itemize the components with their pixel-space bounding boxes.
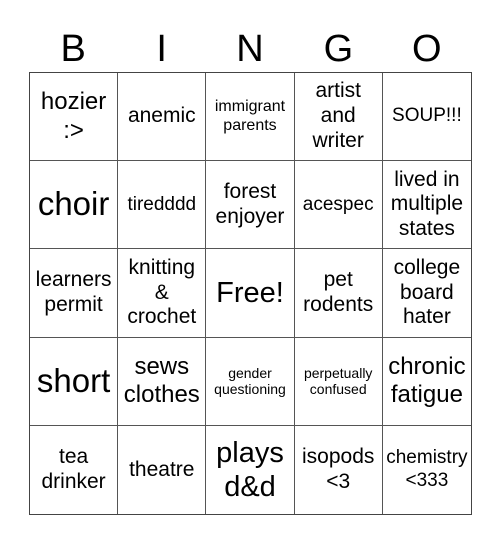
cell-text: chronic fatigue [388, 352, 466, 409]
cell-text: acespec [302, 193, 374, 215]
cell-text: sews clothes [123, 352, 200, 409]
bingo-cell[interactable]: SOUP!!! [382, 73, 471, 162]
bingo-cell[interactable]: hozier :> [30, 73, 119, 162]
bingo-cell[interactable]: gender questioning [206, 337, 295, 426]
bingo-cell[interactable]: plays d&d [206, 425, 295, 514]
cell-text: isopods <3 [302, 445, 375, 493]
bingo-cell[interactable]: choir [30, 161, 119, 250]
header-letter-n: N [236, 28, 264, 70]
bingo-cell[interactable]: chemistry <333 [383, 426, 471, 514]
bingo-cell[interactable]: learners permit [30, 249, 119, 338]
cell-text: gender questioning [214, 364, 286, 398]
cell-text: tiredddd [127, 193, 197, 215]
bingo-cell[interactable]: sews clothes [118, 337, 207, 426]
cell-text: artist and writer [312, 79, 364, 152]
bingo-cell[interactable]: artist and writer [294, 73, 383, 162]
cell-text: perpetually confused [303, 364, 373, 398]
cell-text: learners permit [35, 268, 112, 316]
cell-text: pet rodents [303, 268, 374, 316]
cell-text: plays d&d [216, 436, 284, 503]
bingo-cell[interactable]: college board hater [382, 249, 471, 338]
bingo-cell[interactable]: pet rodents [294, 249, 383, 338]
header-letter-b: B [60, 28, 86, 70]
header-letter-o: O [412, 28, 442, 70]
cell-text: chemistry <333 [386, 447, 468, 491]
cell-text: tea drinker [41, 445, 106, 493]
bingo-cell[interactable]: theatre [118, 425, 207, 514]
bingo-cell[interactable]: tea drinker [30, 425, 119, 514]
bingo-cell[interactable]: isopods <3 [295, 425, 383, 514]
cell-text: SOUP!!! [392, 105, 462, 127]
cell-text: immigrant parents [214, 97, 286, 134]
bingo-cell[interactable]: forest enjoyer [206, 161, 295, 250]
cell-text: lived in multiple states [390, 167, 464, 241]
bingo-cell[interactable]: immigrant parents [206, 73, 295, 162]
bingo-cell[interactable]: chronic fatigue [382, 338, 471, 426]
header-letter-i: I [156, 28, 167, 70]
cell-text: theatre [129, 457, 195, 481]
bingo-cell[interactable]: anemic [118, 73, 207, 162]
cell-text: anemic [127, 104, 196, 128]
cell-text: knitting & crochet [127, 255, 197, 329]
cell-text: choir [37, 185, 110, 223]
cell-text: hozier :> [40, 88, 107, 144]
bingo-grid: hozier :> anemic immigrant parents artist a… [29, 72, 472, 515]
bingo-cell[interactable]: perpetually confused [294, 337, 383, 426]
bingo-cell[interactable]: Free! [206, 249, 295, 338]
bingo-cell[interactable]: lived in multiple states [382, 161, 471, 250]
cell-text: short [36, 361, 111, 399]
bingo-cell[interactable]: knitting & crochet [118, 249, 207, 338]
header-letter-g: G [323, 28, 354, 70]
bingo-cell[interactable]: short [30, 337, 119, 426]
cell-text: college board hater [393, 255, 461, 329]
bingo-header: B I N G O [29, 26, 471, 72]
cell-text: Free! [216, 276, 284, 309]
bingo-cell[interactable]: acespec [294, 161, 383, 250]
bingo-cell[interactable]: tiredddd [118, 161, 207, 250]
cell-text: forest enjoyer [215, 180, 285, 228]
